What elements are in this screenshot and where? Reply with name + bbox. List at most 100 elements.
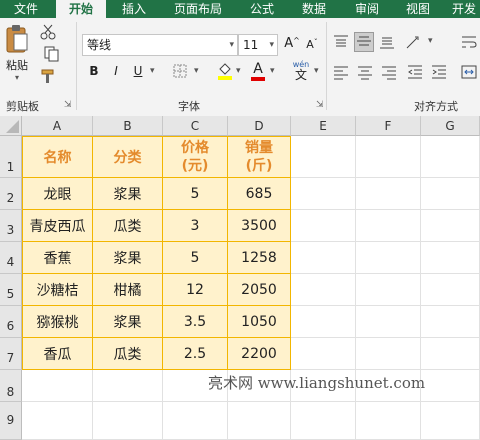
- empty-cell[interactable]: [356, 178, 421, 210]
- row-header-4[interactable]: 4: [0, 242, 22, 274]
- table-cell[interactable]: 1258: [228, 242, 291, 274]
- empty-cell[interactable]: [291, 136, 356, 178]
- empty-cell[interactable]: [228, 402, 291, 440]
- tab-developer[interactable]: 开发: [444, 0, 480, 18]
- orientation-button[interactable]: [404, 34, 424, 52]
- chevron-down-icon[interactable]: ▾: [270, 66, 275, 76]
- table-cell[interactable]: 685: [228, 178, 291, 210]
- table-cell[interactable]: 浆果: [93, 178, 163, 210]
- empty-cell[interactable]: [421, 338, 480, 370]
- empty-cell[interactable]: [356, 402, 421, 440]
- column-header-f[interactable]: F: [356, 116, 421, 136]
- table-header-cell[interactable]: 名称: [22, 136, 93, 178]
- increase-font-size-button[interactable]: A^: [284, 36, 300, 51]
- empty-cell[interactable]: [163, 402, 228, 440]
- table-cell[interactable]: 2050: [228, 274, 291, 306]
- tab-formulas[interactable]: 公式: [238, 0, 286, 18]
- empty-cell[interactable]: [356, 274, 421, 306]
- align-center-button[interactable]: [356, 64, 374, 82]
- column-header-c[interactable]: C: [163, 116, 228, 136]
- merge-center-button[interactable]: [460, 64, 478, 82]
- tab-insert[interactable]: 插入: [110, 0, 158, 18]
- dialog-launcher-icon[interactable]: ⇲: [64, 100, 72, 110]
- empty-cell[interactable]: [421, 242, 480, 274]
- tab-view[interactable]: 视图: [396, 0, 440, 18]
- empty-cell[interactable]: [356, 136, 421, 178]
- font-name-select[interactable]: 等线 ▾: [82, 34, 238, 56]
- increase-indent-button[interactable]: [430, 64, 448, 82]
- wrap-text-button[interactable]: [460, 34, 478, 52]
- empty-cell[interactable]: [291, 338, 356, 370]
- table-cell[interactable]: 5: [163, 178, 228, 210]
- empty-cell[interactable]: [291, 242, 356, 274]
- tab-file[interactable]: 文件: [0, 0, 52, 18]
- empty-cell[interactable]: [291, 306, 356, 338]
- table-cell[interactable]: 猕猴桃: [22, 306, 93, 338]
- italic-button[interactable]: I: [108, 64, 124, 78]
- table-header-cell[interactable]: 销量 (斤): [228, 136, 291, 178]
- align-right-button[interactable]: [380, 64, 398, 82]
- column-header-a[interactable]: A: [22, 116, 93, 136]
- chevron-down-icon[interactable]: ▾: [236, 66, 241, 76]
- chevron-down-icon[interactable]: ▾: [428, 36, 433, 46]
- table-header-cell[interactable]: 分类: [93, 136, 163, 178]
- row-header-7[interactable]: 7: [0, 338, 22, 370]
- font-color-button[interactable]: A: [250, 62, 266, 82]
- table-cell[interactable]: 浆果: [93, 242, 163, 274]
- empty-cell[interactable]: [356, 338, 421, 370]
- table-cell[interactable]: 香瓜: [22, 338, 93, 370]
- decrease-indent-button[interactable]: [406, 64, 424, 82]
- tab-review[interactable]: 审阅: [342, 0, 392, 18]
- table-cell[interactable]: 浆果: [93, 306, 163, 338]
- table-cell[interactable]: 1050: [228, 306, 291, 338]
- empty-cell[interactable]: [421, 370, 480, 402]
- empty-cell[interactable]: [356, 210, 421, 242]
- table-cell[interactable]: 沙糖桔: [22, 274, 93, 306]
- chevron-down-icon[interactable]: ▾: [194, 66, 199, 76]
- empty-cell[interactable]: [291, 178, 356, 210]
- table-cell[interactable]: 2.5: [163, 338, 228, 370]
- format-painter-button[interactable]: [40, 68, 56, 84]
- table-cell[interactable]: 龙眼: [22, 178, 93, 210]
- table-header-cell[interactable]: 价格 (元): [163, 136, 228, 178]
- row-header-9[interactable]: 9: [0, 402, 22, 440]
- table-cell[interactable]: 柑橘: [93, 274, 163, 306]
- empty-cell[interactable]: [421, 306, 480, 338]
- empty-cell[interactable]: [93, 370, 163, 402]
- column-header-e[interactable]: E: [291, 116, 356, 136]
- column-header-d[interactable]: D: [228, 116, 291, 136]
- chevron-down-icon[interactable]: ▾: [150, 66, 155, 76]
- underline-button[interactable]: U: [130, 64, 146, 78]
- tab-home[interactable]: 开始: [56, 0, 106, 18]
- empty-cell[interactable]: [291, 274, 356, 306]
- empty-cell[interactable]: [356, 306, 421, 338]
- select-all-corner[interactable]: [0, 116, 22, 136]
- table-cell[interactable]: 青皮西瓜: [22, 210, 93, 242]
- empty-cell[interactable]: [93, 402, 163, 440]
- dialog-launcher-icon[interactable]: ⇲: [316, 100, 324, 110]
- empty-cell[interactable]: [356, 242, 421, 274]
- cut-button[interactable]: [40, 24, 56, 40]
- table-cell[interactable]: 瓜类: [93, 338, 163, 370]
- table-cell[interactable]: 2200: [228, 338, 291, 370]
- tab-page-layout[interactable]: 页面布局: [162, 0, 234, 18]
- column-header-b[interactable]: B: [93, 116, 163, 136]
- row-header-8[interactable]: 8: [0, 370, 22, 402]
- align-top-button[interactable]: [332, 34, 350, 52]
- empty-cell[interactable]: [421, 210, 480, 242]
- table-cell[interactable]: 5: [163, 242, 228, 274]
- empty-cell[interactable]: [421, 178, 480, 210]
- row-header-3[interactable]: 3: [0, 210, 22, 242]
- empty-cell[interactable]: [421, 402, 480, 440]
- table-cell[interactable]: 3: [163, 210, 228, 242]
- row-header-6[interactable]: 6: [0, 306, 22, 338]
- align-bottom-button[interactable]: [378, 34, 396, 52]
- chevron-down-icon[interactable]: ▾: [314, 66, 319, 76]
- table-cell[interactable]: 3.5: [163, 306, 228, 338]
- decrease-font-size-button[interactable]: Aˇ: [304, 38, 320, 51]
- font-size-select[interactable]: 11 ▾: [238, 34, 278, 56]
- fill-color-button[interactable]: [216, 62, 234, 82]
- empty-cell[interactable]: [22, 402, 93, 440]
- tab-data[interactable]: 数据: [290, 0, 338, 18]
- row-header-1[interactable]: 1: [0, 136, 22, 178]
